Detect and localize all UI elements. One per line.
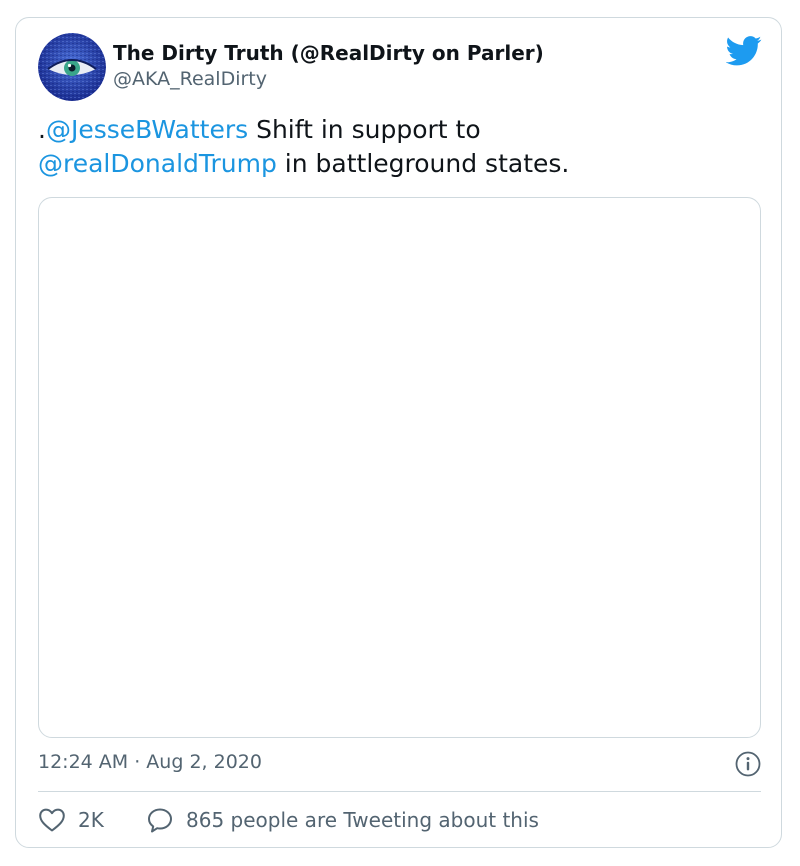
twitter-bird-icon[interactable] [725,36,762,66]
mention-link-realdonaldtrump[interactable]: @realDonaldTrump [38,149,277,178]
like-count: 2K [78,808,104,832]
divider [38,791,761,792]
info-icon[interactable] [735,751,761,777]
tweet-text-suffix: in battleground states. [276,149,570,178]
mention-link-jessebwatters[interactable]: @JesseBWatters [46,115,248,144]
tweet-card: The Dirty Truth (@RealDirty on Parler) @… [15,17,782,848]
avatar[interactable] [38,33,106,101]
author-display-name[interactable]: The Dirty Truth (@RealDirty on Parler) [113,41,544,65]
tweet-text-prefix: . [38,115,46,144]
tweet-timestamp[interactable]: 12:24 AM · Aug 2, 2020 [38,751,262,773]
tweeting-about-text: 865 people are Tweeting about this [186,808,539,832]
heart-icon [39,808,65,832]
like-button[interactable]: 2K [38,804,104,836]
tweet-text: .@JesseBWatters Shift in support to @rea… [38,113,758,181]
author-handle[interactable]: @AKA_RealDirty [113,68,267,90]
media-embed[interactable] [38,197,761,738]
tweeting-about-link[interactable]: 865 people are Tweeting about this [146,804,539,836]
tweet-text-middle: Shift in support to [248,115,481,144]
speech-bubble-icon [148,808,172,833]
